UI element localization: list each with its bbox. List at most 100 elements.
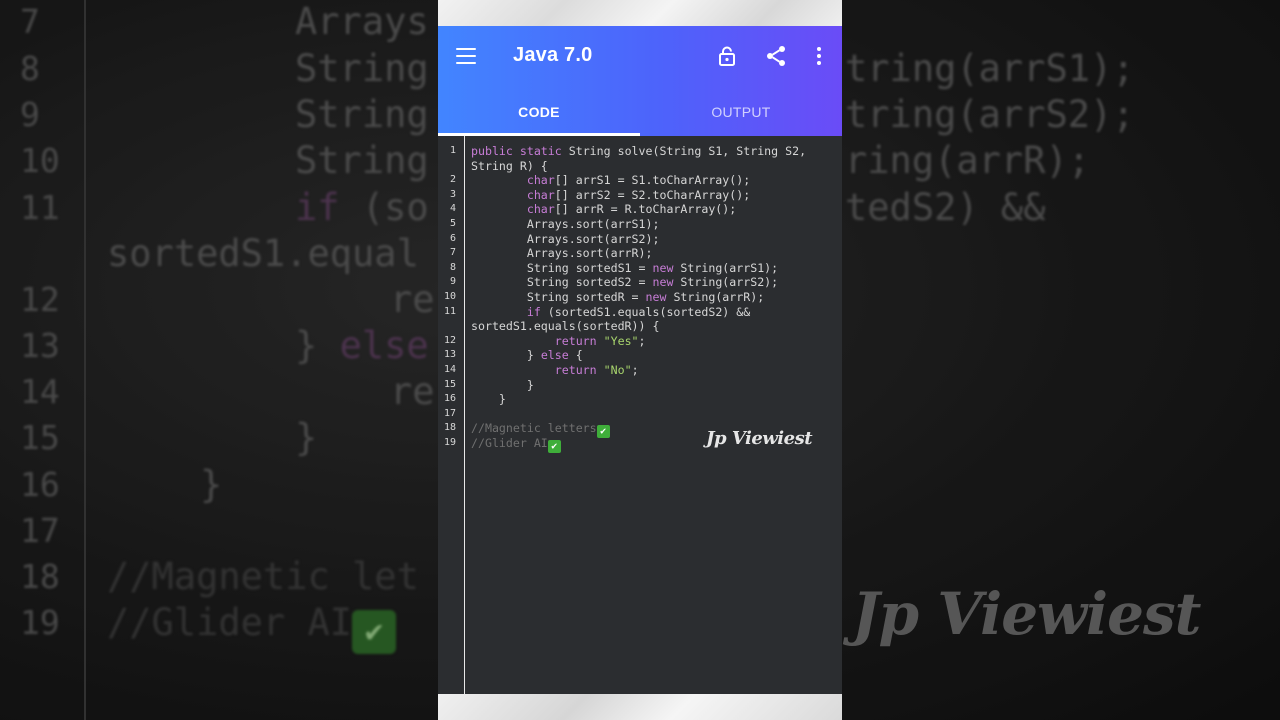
- code-token: String sortedS2 =: [471, 275, 653, 290]
- share-icon[interactable]: [764, 44, 788, 68]
- code-token: String solve(String S1, String S2,: [568, 144, 807, 158]
- code-text: String R) {: [471, 159, 548, 174]
- code-text: }: [471, 378, 534, 393]
- code-token: }: [471, 392, 506, 407]
- code-token: String R) {: [471, 158, 548, 173]
- line-number: 6: [449, 232, 456, 244]
- code-line: 7 Arrays.sort(arrR);: [438, 246, 842, 261]
- code-text: char[] arrS2 = S2.toCharArray();: [471, 188, 750, 203]
- code-token: ;: [638, 333, 646, 348]
- code-token: return: [554, 333, 597, 348]
- code-text: return "Yes";: [471, 334, 646, 349]
- code-text: Arrays.sort(arrS1);: [471, 217, 660, 232]
- code-line: 10 String sortedR = new String(arrR);: [438, 290, 842, 305]
- code-text: String sortedS2 = new String(arrS2);: [471, 275, 778, 290]
- line-number: 14: [443, 364, 456, 375]
- code-editor[interactable]: 1 public static String solve(String S1, S…: [438, 136, 842, 694]
- code-token: //Glider AI: [471, 436, 548, 450]
- code-text: Arrays.sort(arrR);: [471, 246, 653, 261]
- code-token: "No": [603, 363, 632, 377]
- line-number: 3: [449, 188, 456, 200]
- code-token: {: [568, 348, 583, 363]
- line-number: 9: [449, 276, 456, 288]
- line-number: 13: [443, 349, 456, 361]
- lock-icon[interactable]: [715, 44, 739, 68]
- code-line: 8 String sortedS1 = new String(arrS1);: [438, 261, 842, 276]
- more-vert-icon[interactable]: [807, 44, 831, 68]
- code-text: sortedS1.equals(sortedR)) {: [471, 319, 659, 334]
- code-line: 16 }: [438, 392, 842, 407]
- watermark: Jp Viewiest: [706, 428, 813, 449]
- code-line: 15 }: [438, 378, 842, 393]
- code-token: //Magnetic letters: [471, 421, 597, 436]
- code-line: 9 String sortedS2 = new String(arrS2);: [438, 275, 842, 290]
- code-token: [] arrS2 = S2.toCharArray();: [554, 187, 751, 202]
- line-number: 17: [443, 407, 456, 419]
- code-line: 12 return "Yes";: [438, 334, 842, 349]
- code-text: public static String solve(String S1, St…: [471, 144, 806, 159]
- line-number: 5: [449, 218, 456, 229]
- code-text: if (sortedS1.equals(sortedS2) &&: [471, 305, 750, 320]
- code-token: new: [652, 275, 674, 290]
- code-token: char: [526, 202, 555, 217]
- code-text: //Glider AI ✔: [471, 436, 561, 453]
- phone-screen: Java 7.0 CODE OUTPUT 1 public static Str…: [438, 0, 842, 720]
- code-line: 11 if (sortedS1.equals(sortedS2) &&: [438, 305, 842, 320]
- tab-code[interactable]: CODE: [438, 92, 640, 136]
- code-line: 6 Arrays.sort(arrS2);: [438, 232, 842, 247]
- code-line: 3 char[] arrS2 = S2.toCharArray();: [438, 188, 842, 203]
- code-token: (sortedS1.equals(sortedS2) &&: [540, 304, 751, 319]
- code-token: }: [471, 348, 541, 363]
- line-number: 7: [449, 247, 456, 259]
- code-text: return "No";: [471, 363, 639, 378]
- code-token: Arrays.sort(arrR);: [471, 246, 653, 261]
- code-text: String sortedS1 = new String(arrS1);: [471, 261, 778, 276]
- code-token: public static: [471, 144, 569, 158]
- code-token: [] arrS1 = S1.toCharArray();: [554, 173, 751, 188]
- code-token: Arrays.sort(arrS1);: [471, 217, 660, 231]
- code-token: char: [526, 187, 555, 202]
- code-token: if: [526, 304, 541, 319]
- line-number: 2: [449, 174, 456, 186]
- code-token: char: [526, 173, 555, 188]
- app-bar: Java 7.0 CODE OUTPUT: [438, 26, 842, 136]
- top-texture-strip: [438, 0, 842, 26]
- code-line: String R) {: [438, 159, 842, 174]
- code-line: 4 char[] arrR = R.toCharArray();: [438, 202, 842, 217]
- code-line: 1 public static String solve(String S1, S…: [438, 144, 842, 159]
- code-token: new: [652, 260, 674, 275]
- tab-output[interactable]: OUTPUT: [640, 92, 842, 136]
- line-number: 12: [443, 334, 456, 346]
- menu-icon[interactable]: [456, 48, 476, 64]
- code-text: }: [471, 392, 506, 407]
- line-number: 16: [443, 393, 456, 405]
- code-line: 14 return "No";: [438, 363, 842, 378]
- app-title: Java 7.0: [513, 44, 593, 66]
- code-token: String sortedS1 =: [471, 260, 653, 275]
- code-token: else: [540, 348, 569, 363]
- code-token: String(arrS2);: [673, 275, 779, 290]
- line-number: 4: [449, 203, 456, 215]
- code-line: 17: [438, 407, 842, 422]
- code-token: return: [554, 363, 597, 377]
- code-token: ;: [631, 363, 639, 377]
- code-text: char[] arrR = R.toCharArray();: [471, 202, 736, 217]
- code-line: 13 } else {: [438, 348, 842, 363]
- code-token: Arrays.sort(arrS2);: [471, 231, 660, 246]
- line-number: 15: [443, 378, 456, 390]
- line-number: 11: [443, 305, 456, 317]
- code-token: String(arrR);: [666, 290, 765, 304]
- code-line: sortedS1.equals(sortedR)) {: [438, 319, 842, 334]
- code-token: String sortedR =: [471, 290, 646, 304]
- bottom-texture-strip: [438, 694, 842, 720]
- code-text: } else {: [471, 348, 583, 363]
- code-text: String sortedR = new String(arrR);: [471, 290, 764, 305]
- line-number: 8: [449, 261, 456, 273]
- code-token: }: [471, 377, 534, 392]
